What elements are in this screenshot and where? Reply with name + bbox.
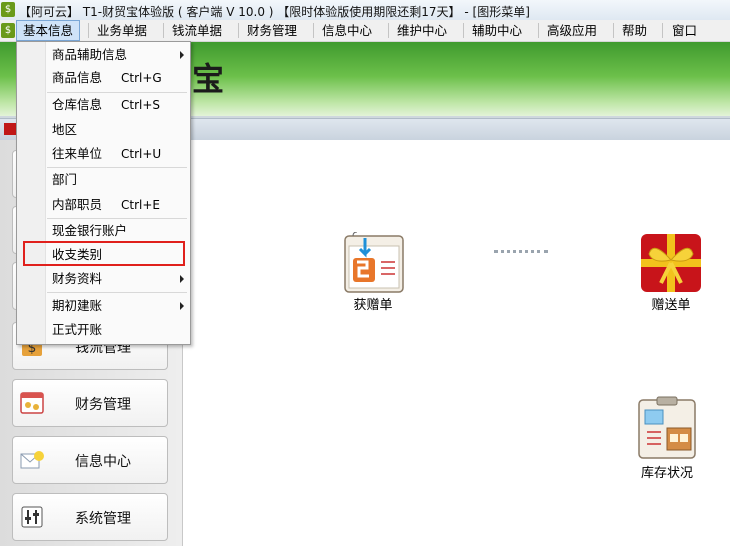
menu-item-cash-bank-accounts[interactable]: 现金银行账户 bbox=[17, 220, 190, 242]
flow-connector bbox=[494, 250, 548, 253]
nav-label-info-center: 信息中心 bbox=[75, 454, 131, 470]
app-icon: $ bbox=[1, 2, 15, 17]
tile-inventory-status[interactable]: 库存状况 bbox=[635, 396, 699, 481]
highlight-box bbox=[23, 241, 185, 266]
menu-separator bbox=[47, 167, 187, 168]
tile-gift-received[interactable]: 获赠单 bbox=[341, 231, 407, 313]
menu-cashflow-docs[interactable]: 钱流单据 bbox=[166, 21, 228, 40]
inventory-clipboard-icon bbox=[638, 396, 696, 459]
menu-item-region[interactable]: 地区 bbox=[17, 119, 190, 141]
menu-item-finance-data[interactable]: 财务资料 bbox=[17, 268, 190, 290]
menu-separator bbox=[47, 218, 187, 219]
menu-item-label: 仓库信息 bbox=[52, 97, 103, 112]
nav-label-finance: 财务管理 bbox=[75, 397, 131, 413]
menu-separator bbox=[88, 23, 89, 38]
menu-item-department[interactable]: 部门 bbox=[17, 169, 190, 191]
nav-button-finance[interactable]: 财务管理 bbox=[12, 379, 168, 427]
menu-finance[interactable]: 财务管理 bbox=[241, 21, 303, 40]
tile-label-gift-given: 赠送单 bbox=[651, 298, 691, 313]
menu-separator bbox=[463, 23, 464, 38]
gift-received-icon bbox=[344, 231, 404, 293]
menu-item-label: 现金银行账户 bbox=[52, 223, 128, 238]
menu-maintenance[interactable]: 维护中心 bbox=[391, 21, 453, 40]
menu-separator bbox=[163, 23, 164, 38]
info-center-icon bbox=[20, 451, 44, 469]
graphic-menu-canvas: 获赠单 赠送单 库存状况 bbox=[183, 140, 730, 546]
menu-item-staff[interactable]: 内部职员 Ctrl+E bbox=[17, 194, 190, 216]
tile-label-inventory-status: 库存状况 bbox=[640, 466, 693, 481]
system-settings-icon bbox=[21, 506, 43, 528]
tab-close-icon[interactable] bbox=[4, 123, 16, 135]
menu-item-label: 地区 bbox=[52, 122, 78, 137]
menu-item-formal-opening[interactable]: 正式开账 bbox=[17, 319, 190, 341]
menu-item-opening-setup[interactable]: 期初建账 bbox=[17, 295, 190, 317]
menu-info-center[interactable]: 信息中心 bbox=[316, 21, 378, 40]
menu-item-label: 商品信息 bbox=[52, 70, 103, 85]
menu-item-warehouse-info[interactable]: 仓库信息 Ctrl+S bbox=[17, 94, 190, 116]
banner-logo: 宝 bbox=[192, 60, 225, 98]
window-title: 【阿可云】 T1-财贸宝体验版 ( 客户端 V 10.0 ) 【限时体验版使用期… bbox=[19, 5, 530, 19]
menu-item-shortcut: Ctrl+G bbox=[121, 71, 162, 85]
menu-item-label: 期初建账 bbox=[52, 298, 103, 313]
menu-separator bbox=[613, 23, 614, 38]
gift-box-icon bbox=[641, 234, 701, 292]
menu-item-shortcut: Ctrl+E bbox=[121, 198, 160, 212]
menu-separator bbox=[388, 23, 389, 38]
nav-button-info-center[interactable]: 信息中心 bbox=[12, 436, 168, 484]
basic-info-dropdown: 商品辅助信息 商品信息 Ctrl+G 仓库信息 Ctrl+S 地区 往来单位 C… bbox=[16, 41, 191, 345]
submenu-arrow-icon bbox=[180, 302, 184, 310]
menu-business-docs[interactable]: 业务单据 bbox=[91, 21, 153, 40]
app-menu-icon[interactable]: $ bbox=[1, 23, 15, 38]
menu-window[interactable]: 窗口 bbox=[666, 21, 703, 40]
menu-basic-info[interactable]: 基本信息 bbox=[16, 20, 81, 41]
menu-item-label: 商品辅助信息 bbox=[52, 47, 128, 62]
menu-item-shortcut: Ctrl+U bbox=[121, 147, 162, 161]
submenu-arrow-icon bbox=[180, 275, 184, 283]
nav-button-system[interactable]: 系统管理 bbox=[12, 493, 168, 541]
menu-item-label: 部门 bbox=[52, 172, 78, 187]
menu-item-label: 内部职员 bbox=[52, 197, 103, 212]
menu-item-label: 正式开账 bbox=[52, 322, 103, 337]
menu-separator bbox=[313, 23, 314, 38]
menu-item-label: 往来单位 bbox=[52, 146, 103, 161]
tile-label-gift-received: 获赠单 bbox=[353, 298, 393, 313]
submenu-arrow-icon bbox=[180, 51, 184, 59]
title-bar: $ 【阿可云】 T1-财贸宝体验版 ( 客户端 V 10.0 ) 【限时体验版使… bbox=[0, 0, 730, 21]
menu-separator bbox=[47, 292, 187, 293]
menu-bar: $ 基本信息 业务单据 钱流单据 财务管理 信息中心 维护中心 辅助中心 高级应… bbox=[0, 20, 730, 42]
menu-item-product-info[interactable]: 商品信息 Ctrl+G bbox=[17, 67, 190, 89]
menu-help[interactable]: 帮助 bbox=[616, 21, 653, 40]
menu-item-shortcut: Ctrl+S bbox=[121, 98, 161, 112]
menu-item-business-partners[interactable]: 往来单位 Ctrl+U bbox=[17, 143, 190, 165]
menu-assist-center[interactable]: 辅助中心 bbox=[466, 21, 528, 40]
menu-separator bbox=[662, 23, 663, 38]
menu-separator bbox=[238, 23, 239, 38]
nav-label-system: 系统管理 bbox=[75, 511, 131, 527]
menu-item-product-aux-info[interactable]: 商品辅助信息 bbox=[17, 44, 190, 66]
tile-gift-given[interactable]: 赠送单 bbox=[639, 232, 703, 313]
menu-separator bbox=[538, 23, 539, 38]
finance-icon bbox=[20, 392, 44, 414]
menu-advanced[interactable]: 高级应用 bbox=[541, 21, 603, 40]
menu-separator bbox=[47, 92, 187, 93]
menu-item-label: 财务资料 bbox=[52, 271, 103, 286]
